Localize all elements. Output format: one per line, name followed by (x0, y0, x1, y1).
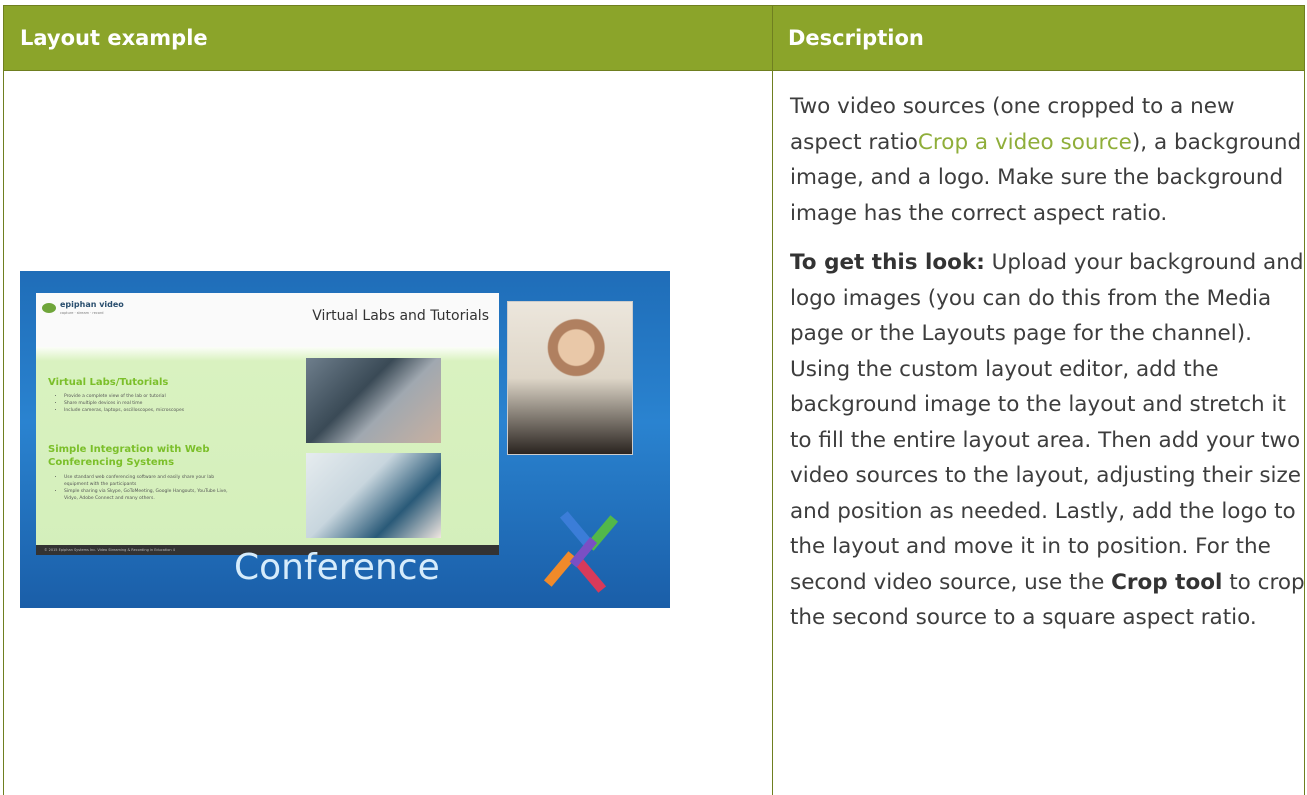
epiphan-cross-logo-icon (543, 511, 619, 593)
crop-tool-label: Crop tool (1111, 569, 1223, 595)
presenter-video-source (507, 301, 633, 455)
description-text: Upload your background and logo images (… (790, 250, 1304, 595)
column-divider (772, 5, 773, 795)
slide-header: epiphan video capture · stream · record … (36, 293, 499, 347)
conference-caption: Conference (234, 547, 440, 588)
list-item: Share multiple devices in real time (64, 400, 184, 407)
layout-example-image: epiphan video capture · stream · record … (20, 271, 670, 608)
table-header-row: Layout example Description (4, 5, 1304, 71)
slide-heading-integration: Simple Integration with Web Conferencing… (48, 444, 210, 468)
slide-heading-virtual-labs: Virtual Labs/Tutorials (48, 377, 169, 388)
list-item: Include cameras, laptops, oscilloscopes,… (64, 407, 184, 414)
list-item: Simple sharing via Skype, GoToMeeting, G… (64, 488, 234, 502)
slide-bullets-1: Provide a complete view of the lab or tu… (56, 393, 184, 414)
get-this-look-label: To get this look: (790, 250, 985, 275)
description-paragraph-1: Two video sources (one cropped to a new … (790, 89, 1305, 231)
layout-table: Layout example Description epiphan video… (3, 5, 1305, 795)
crop-video-source-link[interactable]: Crop a video source (918, 130, 1132, 155)
header-layout-example: Layout example (20, 26, 208, 50)
description-paragraph-2: To get this look: Upload your background… (790, 245, 1305, 636)
slide-bullets-2: Use standard web conferencing software a… (56, 474, 234, 502)
header-description: Description (788, 26, 924, 50)
list-item: Use standard web conferencing software a… (64, 474, 234, 488)
lab-equipment-photo (306, 358, 441, 443)
description-cell: Two video sources (one cropped to a new … (790, 89, 1305, 650)
list-item: Provide a complete view of the lab or tu… (64, 393, 184, 400)
epiphan-logo-icon (42, 303, 56, 313)
slide-background: epiphan video capture · stream · record … (36, 293, 499, 555)
slide-title: Virtual Labs and Tutorials (312, 308, 489, 324)
student-laptop-photo (306, 453, 441, 538)
slide-logo-text: epiphan video (60, 300, 124, 309)
slide-logo-subtitle: capture · stream · record (60, 311, 104, 315)
